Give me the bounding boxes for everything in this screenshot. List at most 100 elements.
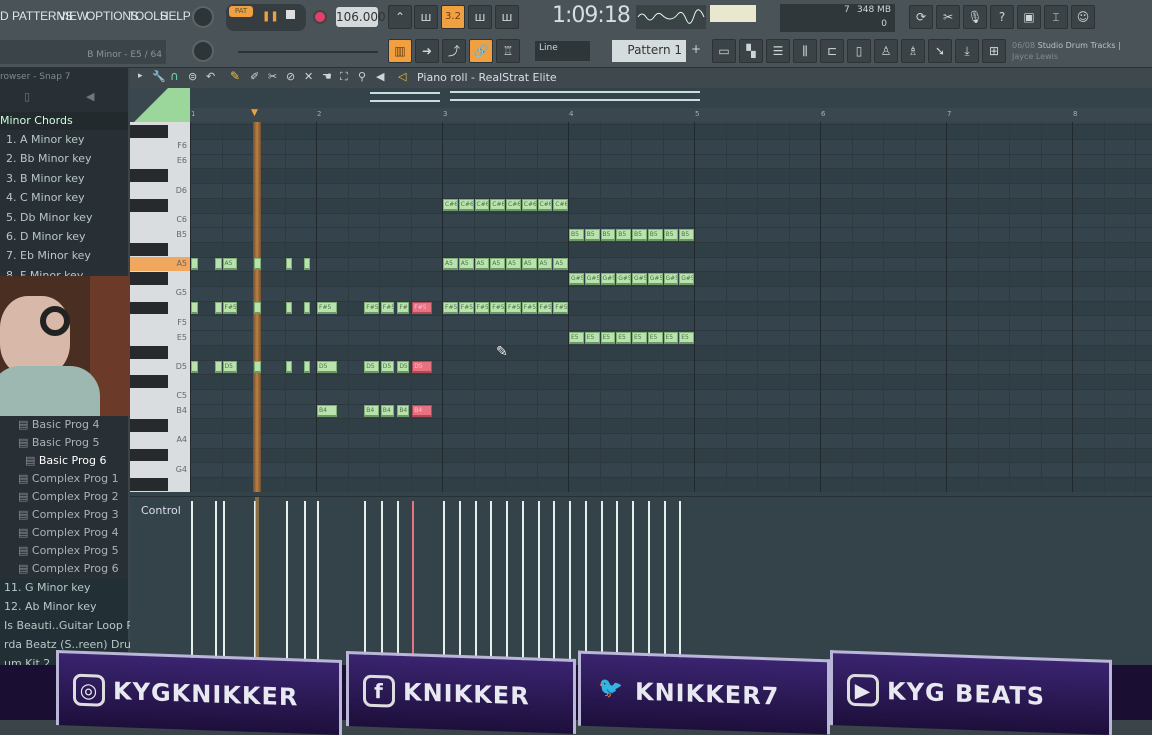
note[interactable]: B5 (569, 229, 584, 241)
velocity-bar[interactable] (664, 501, 666, 667)
master-pitch-knob[interactable] (192, 40, 214, 62)
velocity-bar[interactable] (632, 501, 634, 667)
note[interactable]: E5 (664, 332, 679, 344)
browser-file[interactable]: ▤ Complex Prog 1 (18, 472, 119, 485)
black-key[interactable] (130, 125, 168, 138)
browser-file[interactable]: ▤ Complex Prog 5 (18, 544, 119, 557)
magnet-icon[interactable]: ∩ (170, 69, 179, 83)
note[interactable]: E5 (648, 332, 663, 344)
black-key[interactable] (130, 478, 168, 491)
velocity-bar[interactable] (223, 501, 225, 667)
pause-button[interactable]: ❚❚ (262, 11, 279, 22)
note[interactable] (286, 258, 293, 270)
note[interactable] (215, 361, 222, 373)
note[interactable] (191, 258, 198, 270)
note[interactable]: B5 (664, 229, 679, 241)
loop-record-icon[interactable]: ш (495, 5, 519, 29)
note[interactable]: D5 (412, 361, 431, 373)
velocity-bar[interactable] (364, 501, 366, 667)
plugin-icon[interactable]: ⌶ (1044, 5, 1068, 29)
note[interactable]: A5 (475, 258, 490, 270)
browser-item[interactable]: 3. B Minor key (6, 172, 85, 185)
brush-icon[interactable]: ✐ (250, 70, 259, 83)
note[interactable]: C#6 (506, 199, 521, 211)
velocity-bar[interactable] (304, 501, 306, 667)
velocity-bar[interactable] (381, 501, 383, 667)
song-time-display[interactable]: 1:09:18 (552, 3, 630, 28)
piano-roll-icon[interactable]: ▚ (739, 39, 763, 63)
note[interactable]: C#6 (553, 199, 568, 211)
undo-icon[interactable]: ↶ (206, 70, 215, 83)
velocity-bar[interactable] (538, 501, 540, 667)
countdown-button[interactable]: 3.2 (441, 5, 465, 29)
note[interactable]: G#5 (601, 273, 616, 285)
channel-rack-icon[interactable]: ☰ (766, 39, 790, 63)
browser-icon[interactable]: ⊏ (820, 39, 844, 63)
note[interactable]: C#6 (443, 199, 458, 211)
note[interactable]: A5 (538, 258, 553, 270)
menu-edit[interactable]: D (0, 9, 8, 23)
note[interactable]: E5 (679, 332, 694, 344)
microphone-icon[interactable]: 🎙 (963, 5, 987, 29)
velocity-bar[interactable] (412, 501, 414, 667)
note[interactable]: F#5 (397, 302, 409, 314)
tempo-display[interactable]: 106.000 (336, 7, 378, 27)
step-icon[interactable]: ⤴ (442, 39, 466, 63)
note[interactable]: F#5 (538, 302, 553, 314)
note[interactable]: F#5 (381, 302, 394, 314)
playhead-marker-icon[interactable]: ▼ (251, 108, 258, 118)
cart-icon[interactable]: ⊞ (982, 39, 1006, 63)
note[interactable] (304, 258, 311, 270)
browser-file[interactable]: ▤ Basic Prog 5 (18, 436, 99, 449)
help-icon[interactable]: ? (990, 5, 1014, 29)
black-key[interactable] (130, 169, 168, 182)
snap-select[interactable]: Line (535, 41, 590, 61)
note[interactable]: E5 (632, 332, 647, 344)
note[interactable] (304, 302, 311, 314)
note[interactable]: D5 (381, 361, 394, 373)
slice-icon[interactable]: ✂ (268, 70, 277, 83)
note[interactable]: F#5 (364, 302, 379, 314)
step-edit-icon[interactable]: ш (468, 5, 492, 29)
file-icon[interactable]: ▯ (24, 90, 30, 103)
note[interactable] (286, 302, 293, 314)
note[interactable]: E5 (569, 332, 584, 344)
velocity-bar[interactable] (286, 501, 288, 667)
note[interactable]: F#5 (475, 302, 490, 314)
link-icon[interactable]: 🔗 (469, 39, 493, 63)
note[interactable] (286, 361, 293, 373)
velocity-bar[interactable] (506, 501, 508, 667)
note[interactable]: B4 (381, 405, 394, 417)
velocity-bar[interactable] (443, 501, 445, 667)
velocity-bar[interactable] (215, 501, 217, 667)
master-pitch-slider[interactable] (238, 51, 378, 53)
velocity-bar[interactable] (191, 501, 193, 667)
note[interactable]: C#6 (538, 199, 553, 211)
note[interactable] (215, 258, 222, 270)
note[interactable]: E5 (601, 332, 616, 344)
note[interactable]: G#5 (679, 273, 694, 285)
note[interactable]: F#5 (490, 302, 505, 314)
note[interactable]: C#6 (475, 199, 490, 211)
speaker-icon[interactable]: ◀ (86, 90, 94, 103)
browser-file[interactable]: ▤ Complex Prog 3 (18, 508, 119, 521)
note[interactable]: A5 (459, 258, 474, 270)
browser-file[interactable]: ▤ Complex Prog 4 (18, 526, 119, 539)
delete-icon[interactable]: ⊘ (286, 70, 295, 83)
black-key[interactable] (130, 272, 168, 285)
note[interactable]: F#5 (223, 302, 238, 314)
note[interactable] (215, 302, 222, 314)
velocity-bar[interactable] (475, 501, 477, 667)
select-icon[interactable]: ☚ (322, 70, 332, 83)
control-label[interactable]: Control (141, 504, 181, 517)
note[interactable] (254, 361, 261, 373)
browser-item[interactable]: 2. Bb Minor key (6, 152, 92, 165)
velocity-bar[interactable] (585, 501, 587, 667)
note[interactable]: B4 (364, 405, 379, 417)
pattern-overview[interactable] (450, 91, 700, 101)
note[interactable]: B5 (585, 229, 600, 241)
velocity-bar[interactable] (679, 501, 681, 667)
velocity-bar[interactable] (553, 501, 555, 667)
browser-item[interactable]: 1. A Minor key (6, 133, 85, 146)
undo-history-icon[interactable]: ⟳ (909, 5, 933, 29)
